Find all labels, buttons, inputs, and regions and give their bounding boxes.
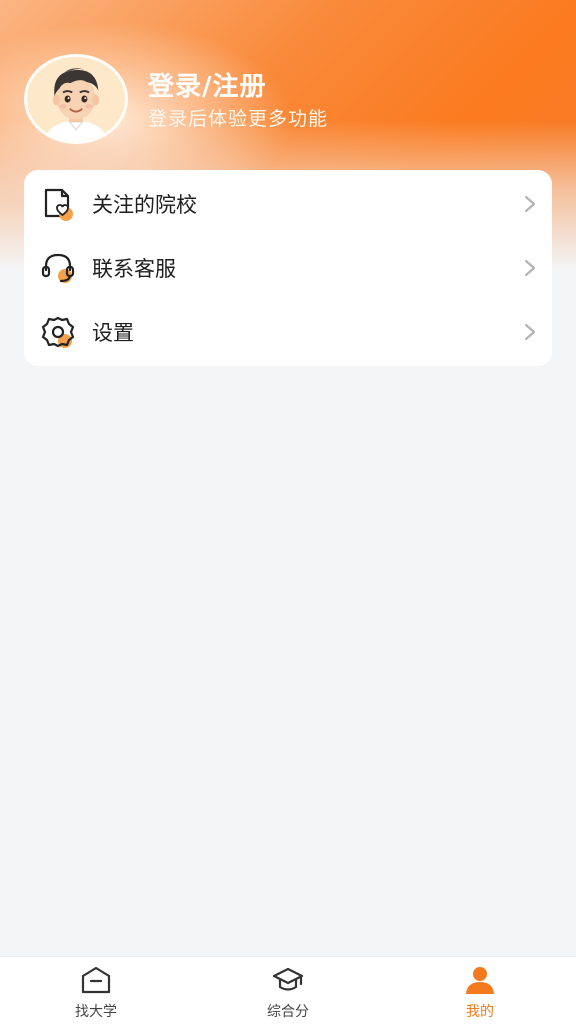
menu-item-favorite-schools[interactable]: 关注的院校 bbox=[24, 172, 552, 236]
tab-label: 综合分 bbox=[267, 1004, 309, 1020]
login-register-title[interactable]: 登录/注册 bbox=[148, 66, 267, 103]
avatar-boy-icon bbox=[27, 57, 125, 141]
chevron-right-icon bbox=[522, 322, 538, 342]
avatar[interactable] bbox=[24, 54, 128, 144]
menu-item-settings[interactable]: 设置 bbox=[24, 300, 552, 364]
tab-composite-score[interactable]: 综合分 bbox=[192, 957, 384, 1024]
school-building-icon bbox=[80, 965, 112, 995]
menu-item-label: 关注的院校 bbox=[92, 193, 197, 217]
menu-card: 关注的院校 联系客服 设置 bbox=[24, 170, 552, 366]
chevron-right-icon bbox=[522, 258, 538, 278]
headset-icon bbox=[40, 250, 76, 286]
menu-item-customer-service[interactable]: 联系客服 bbox=[24, 236, 552, 300]
menu-item-label: 设置 bbox=[92, 321, 134, 345]
favorite-school-icon bbox=[40, 186, 76, 222]
menu-item-label: 联系客服 bbox=[92, 257, 176, 281]
tab-label: 找大学 bbox=[75, 1004, 117, 1020]
tab-label: 我的 bbox=[466, 1004, 494, 1020]
tab-find-university[interactable]: 找大学 bbox=[0, 957, 192, 1024]
chevron-right-icon bbox=[522, 194, 538, 214]
login-subtitle: 登录后体验更多功能 bbox=[148, 108, 329, 130]
tab-mine[interactable]: 我的 bbox=[384, 957, 576, 1024]
gear-icon bbox=[40, 314, 76, 350]
bottom-tab-bar: 找大学 综合分 我的 bbox=[0, 956, 576, 1024]
graduation-cap-icon bbox=[272, 965, 304, 995]
person-icon bbox=[464, 965, 496, 995]
